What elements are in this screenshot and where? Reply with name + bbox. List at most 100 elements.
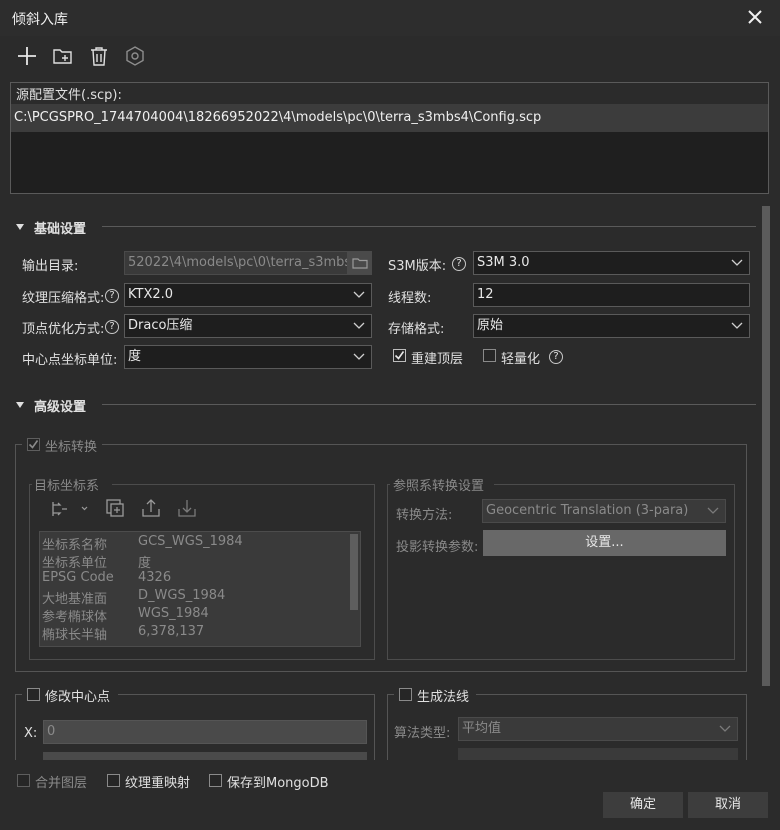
trash-icon bbox=[91, 47, 107, 66]
s3m-version-value: S3M 3.0 bbox=[477, 255, 530, 270]
s3m-help-icon[interactable]: ? bbox=[452, 257, 466, 271]
center-unit-select[interactable]: 度 bbox=[124, 345, 372, 369]
caret-down-icon bbox=[16, 402, 24, 408]
advanced-settings-header: 高级设置 bbox=[34, 400, 87, 415]
algo-type-label: 算法类型: bbox=[394, 726, 451, 741]
source-config-label: 源配置文件(.scp): bbox=[16, 88, 122, 103]
scrollbar-thumb[interactable] bbox=[762, 206, 770, 686]
caret-down-icon bbox=[16, 224, 24, 230]
close-icon bbox=[748, 10, 762, 24]
browse-folder-button[interactable] bbox=[348, 251, 372, 275]
target-crs-label: 目标坐标系 bbox=[34, 479, 100, 494]
angle-threshold-partial[interactable] bbox=[458, 748, 738, 760]
chevron-down-icon bbox=[353, 353, 365, 360]
merge-layers-label: 合并图层 bbox=[35, 776, 88, 791]
texture-compress-value: KTX2.0 bbox=[128, 287, 174, 302]
x-label: X: bbox=[24, 726, 38, 741]
modify-center-checkbox[interactable] bbox=[27, 688, 40, 701]
texture-help-icon[interactable]: ? bbox=[105, 289, 119, 303]
folder-icon bbox=[352, 258, 368, 269]
method-select[interactable]: Geocentric Translation (3-para) bbox=[482, 499, 726, 523]
crs-prop-row: 大地基准面 D_WGS_1984 bbox=[42, 588, 226, 607]
rebuild-top-label: 重建顶层 bbox=[411, 352, 464, 367]
storage-format-label: 存储格式: bbox=[388, 322, 445, 337]
x-input[interactable]: 0 bbox=[43, 720, 367, 744]
method-label: 转换方法: bbox=[396, 508, 453, 523]
crs-export-button[interactable] bbox=[140, 497, 162, 523]
coord-transform-checkbox[interactable] bbox=[27, 438, 40, 451]
algo-type-value: 平均值 bbox=[462, 721, 502, 736]
crs-prop-row: 椭球长半轴 6,378,137 bbox=[42, 624, 205, 643]
checkmark-icon bbox=[28, 440, 39, 449]
save-mongodb-label: 保存到MongoDB bbox=[227, 776, 329, 791]
texture-remap-checkbox[interactable] bbox=[107, 774, 120, 787]
window-title: 倾斜入库 bbox=[12, 12, 68, 28]
coord-transform-label: 坐标转换 bbox=[45, 440, 98, 455]
rebuild-top-checkbox[interactable] bbox=[393, 349, 406, 362]
crs-prop-row: 参考椭球体 WGS_1984 bbox=[42, 606, 209, 625]
gen-normals-label: 生成法线 bbox=[417, 690, 470, 705]
crs-import-button[interactable] bbox=[176, 497, 198, 523]
copy-icon bbox=[106, 499, 124, 517]
method-value: Geocentric Translation (3-para) bbox=[486, 503, 689, 518]
texture-remap-label: 纹理重映射 bbox=[125, 776, 191, 791]
ok-button[interactable]: 确定 bbox=[603, 792, 683, 818]
crs-prop-row: EPSG Code 4326 bbox=[42, 570, 172, 585]
save-mongodb-checkbox[interactable] bbox=[209, 774, 222, 787]
vertex-opt-select[interactable]: Draco压缩 bbox=[124, 314, 372, 338]
center-unit-value: 度 bbox=[128, 349, 142, 364]
upload-icon bbox=[142, 499, 160, 517]
proj-params-label: 投影转换参数: bbox=[396, 540, 479, 555]
advanced-collapse-toggle[interactable] bbox=[15, 399, 25, 414]
lightweight-label: 轻量化 bbox=[501, 352, 541, 367]
vertex-help-icon[interactable]: ? bbox=[105, 320, 119, 334]
chevron-down-icon bbox=[353, 291, 365, 298]
threads-label: 线程数: bbox=[388, 291, 432, 306]
lightweight-help-icon[interactable]: ? bbox=[549, 350, 563, 364]
delete-button[interactable] bbox=[88, 45, 110, 71]
crs-select-button[interactable] bbox=[48, 498, 90, 524]
texture-compress-label: 纹理压缩格式: bbox=[22, 291, 105, 306]
modify-center-label: 修改中心点 bbox=[45, 690, 111, 705]
chevron-down-icon bbox=[719, 725, 731, 732]
crs-properties-list[interactable]: 坐标系名称 GCS_WGS_1984 坐标系单位度 EPSG Code 4326 大… bbox=[39, 531, 361, 647]
crs-transform-icon bbox=[52, 502, 88, 516]
output-dir-label: 输出目录: bbox=[22, 259, 79, 274]
add-folder-button[interactable] bbox=[52, 45, 74, 71]
add-button[interactable] bbox=[16, 45, 38, 71]
crs-prop-row: 坐标系名称 GCS_WGS_1984 bbox=[42, 534, 243, 553]
basic-collapse-toggle[interactable] bbox=[15, 221, 25, 236]
chevron-down-icon bbox=[353, 322, 365, 329]
hexagon-gear-icon bbox=[126, 46, 144, 66]
download-icon bbox=[178, 500, 196, 517]
crs-copy-button[interactable] bbox=[104, 497, 126, 523]
storage-format-value: 原始 bbox=[477, 318, 504, 333]
output-dir-field[interactable]: 52022\4\models\pc\0\terra_s3mbs4 bbox=[124, 251, 348, 275]
gen-normals-checkbox[interactable] bbox=[399, 688, 412, 701]
close-button[interactable] bbox=[744, 4, 766, 30]
threads-input[interactable]: 12 bbox=[473, 283, 750, 307]
y-input-partial[interactable] bbox=[43, 752, 367, 760]
lightweight-checkbox[interactable] bbox=[483, 349, 496, 362]
chevron-down-icon bbox=[731, 322, 743, 329]
chevron-down-icon bbox=[731, 259, 743, 266]
crs-list-scrollbar-thumb[interactable] bbox=[350, 534, 358, 610]
cancel-button[interactable]: 取消 bbox=[688, 792, 768, 818]
algo-type-select[interactable]: 平均值 bbox=[458, 717, 738, 741]
merge-layers-checkbox[interactable] bbox=[17, 774, 30, 787]
proj-settings-button[interactable]: 设置... bbox=[483, 530, 726, 556]
texture-compress-select[interactable]: KTX2.0 bbox=[124, 283, 372, 307]
vertex-opt-value: Draco压缩 bbox=[128, 318, 193, 333]
ref-transform-label: 参照系转换设置 bbox=[393, 479, 485, 494]
advanced-divider bbox=[102, 404, 756, 405]
storage-format-select[interactable]: 原始 bbox=[473, 314, 750, 338]
title-bar bbox=[0, 0, 780, 36]
center-unit-label: 中心点坐标单位: bbox=[22, 353, 118, 368]
source-file-path: C:\PCGSPRO_1744704004\18266952022\4\mode… bbox=[14, 110, 542, 125]
plus-icon bbox=[18, 47, 36, 65]
s3m-version-label: S3M版本: bbox=[388, 259, 447, 274]
basic-settings-header: 基础设置 bbox=[34, 222, 87, 237]
s3m-version-select[interactable]: S3M 3.0 bbox=[473, 251, 750, 275]
checkmark-icon bbox=[394, 351, 405, 360]
settings-button[interactable] bbox=[124, 45, 146, 71]
